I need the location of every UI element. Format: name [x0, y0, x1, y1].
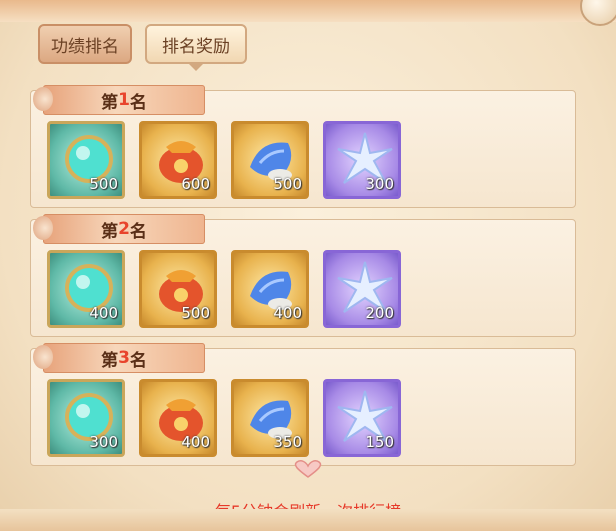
close-button[interactable] — [580, 0, 616, 26]
rank-number: 3 — [118, 348, 130, 368]
item-quantity: 150 — [365, 433, 394, 451]
rank-suffix: 名 — [129, 221, 147, 242]
bottom-decoration — [0, 509, 616, 531]
rank-panel-1: 第1名 500 600 500 300 — [30, 85, 576, 208]
rank-suffix: 名 — [129, 350, 147, 371]
tab-ranking-rewards[interactable]: 排名奖励 — [145, 24, 247, 64]
item-quantity: 300 — [89, 433, 118, 451]
rank-prefix: 第 — [101, 92, 119, 113]
reward-item-crystal-star[interactable]: 200 — [323, 250, 401, 328]
item-quantity: 200 — [365, 304, 394, 322]
top-decoration — [0, 0, 616, 22]
rank-number: 1 — [118, 90, 130, 110]
item-quantity: 400 — [273, 304, 302, 322]
reward-item-crystal-star[interactable]: 150 — [323, 379, 401, 457]
rank-panel-2: 第2名 400 500 400 200 — [30, 214, 576, 337]
rank-suffix: 名 — [129, 92, 147, 113]
rank-panel-3: 第3名 300 400 350 150 — [30, 343, 576, 466]
reward-item-jade-orb[interactable]: 300 — [47, 379, 125, 457]
rank-banner: 第2名 — [33, 214, 205, 244]
item-quantity: 500 — [89, 175, 118, 193]
reward-item-blue-shell[interactable]: 350 — [231, 379, 309, 457]
reward-item-jade-orb[interactable]: 400 — [47, 250, 125, 328]
rank-banner: 第1名 — [33, 85, 205, 115]
reward-item-jade-orb[interactable]: 500 — [47, 121, 125, 199]
item-quantity: 600 — [181, 175, 210, 193]
item-quantity: 500 — [181, 304, 210, 322]
rank-prefix: 第 — [101, 221, 119, 242]
item-quantity: 350 — [273, 433, 302, 451]
tab-merit-ranking[interactable]: 功绩排名 — [38, 24, 132, 64]
heart-ornament-icon — [294, 460, 322, 478]
item-quantity: 300 — [365, 175, 394, 193]
reward-item-lucky-bag[interactable]: 400 — [139, 379, 217, 457]
reward-item-lucky-bag[interactable]: 600 — [139, 121, 217, 199]
item-quantity: 400 — [89, 304, 118, 322]
rank-number: 2 — [118, 219, 130, 239]
rank-prefix: 第 — [101, 350, 119, 371]
reward-item-lucky-bag[interactable]: 500 — [139, 250, 217, 328]
reward-item-blue-shell[interactable]: 400 — [231, 250, 309, 328]
rank-banner: 第3名 — [33, 343, 205, 373]
item-quantity: 400 — [181, 433, 210, 451]
item-quantity: 500 — [273, 175, 302, 193]
reward-item-crystal-star[interactable]: 300 — [323, 121, 401, 199]
reward-item-blue-shell[interactable]: 500 — [231, 121, 309, 199]
